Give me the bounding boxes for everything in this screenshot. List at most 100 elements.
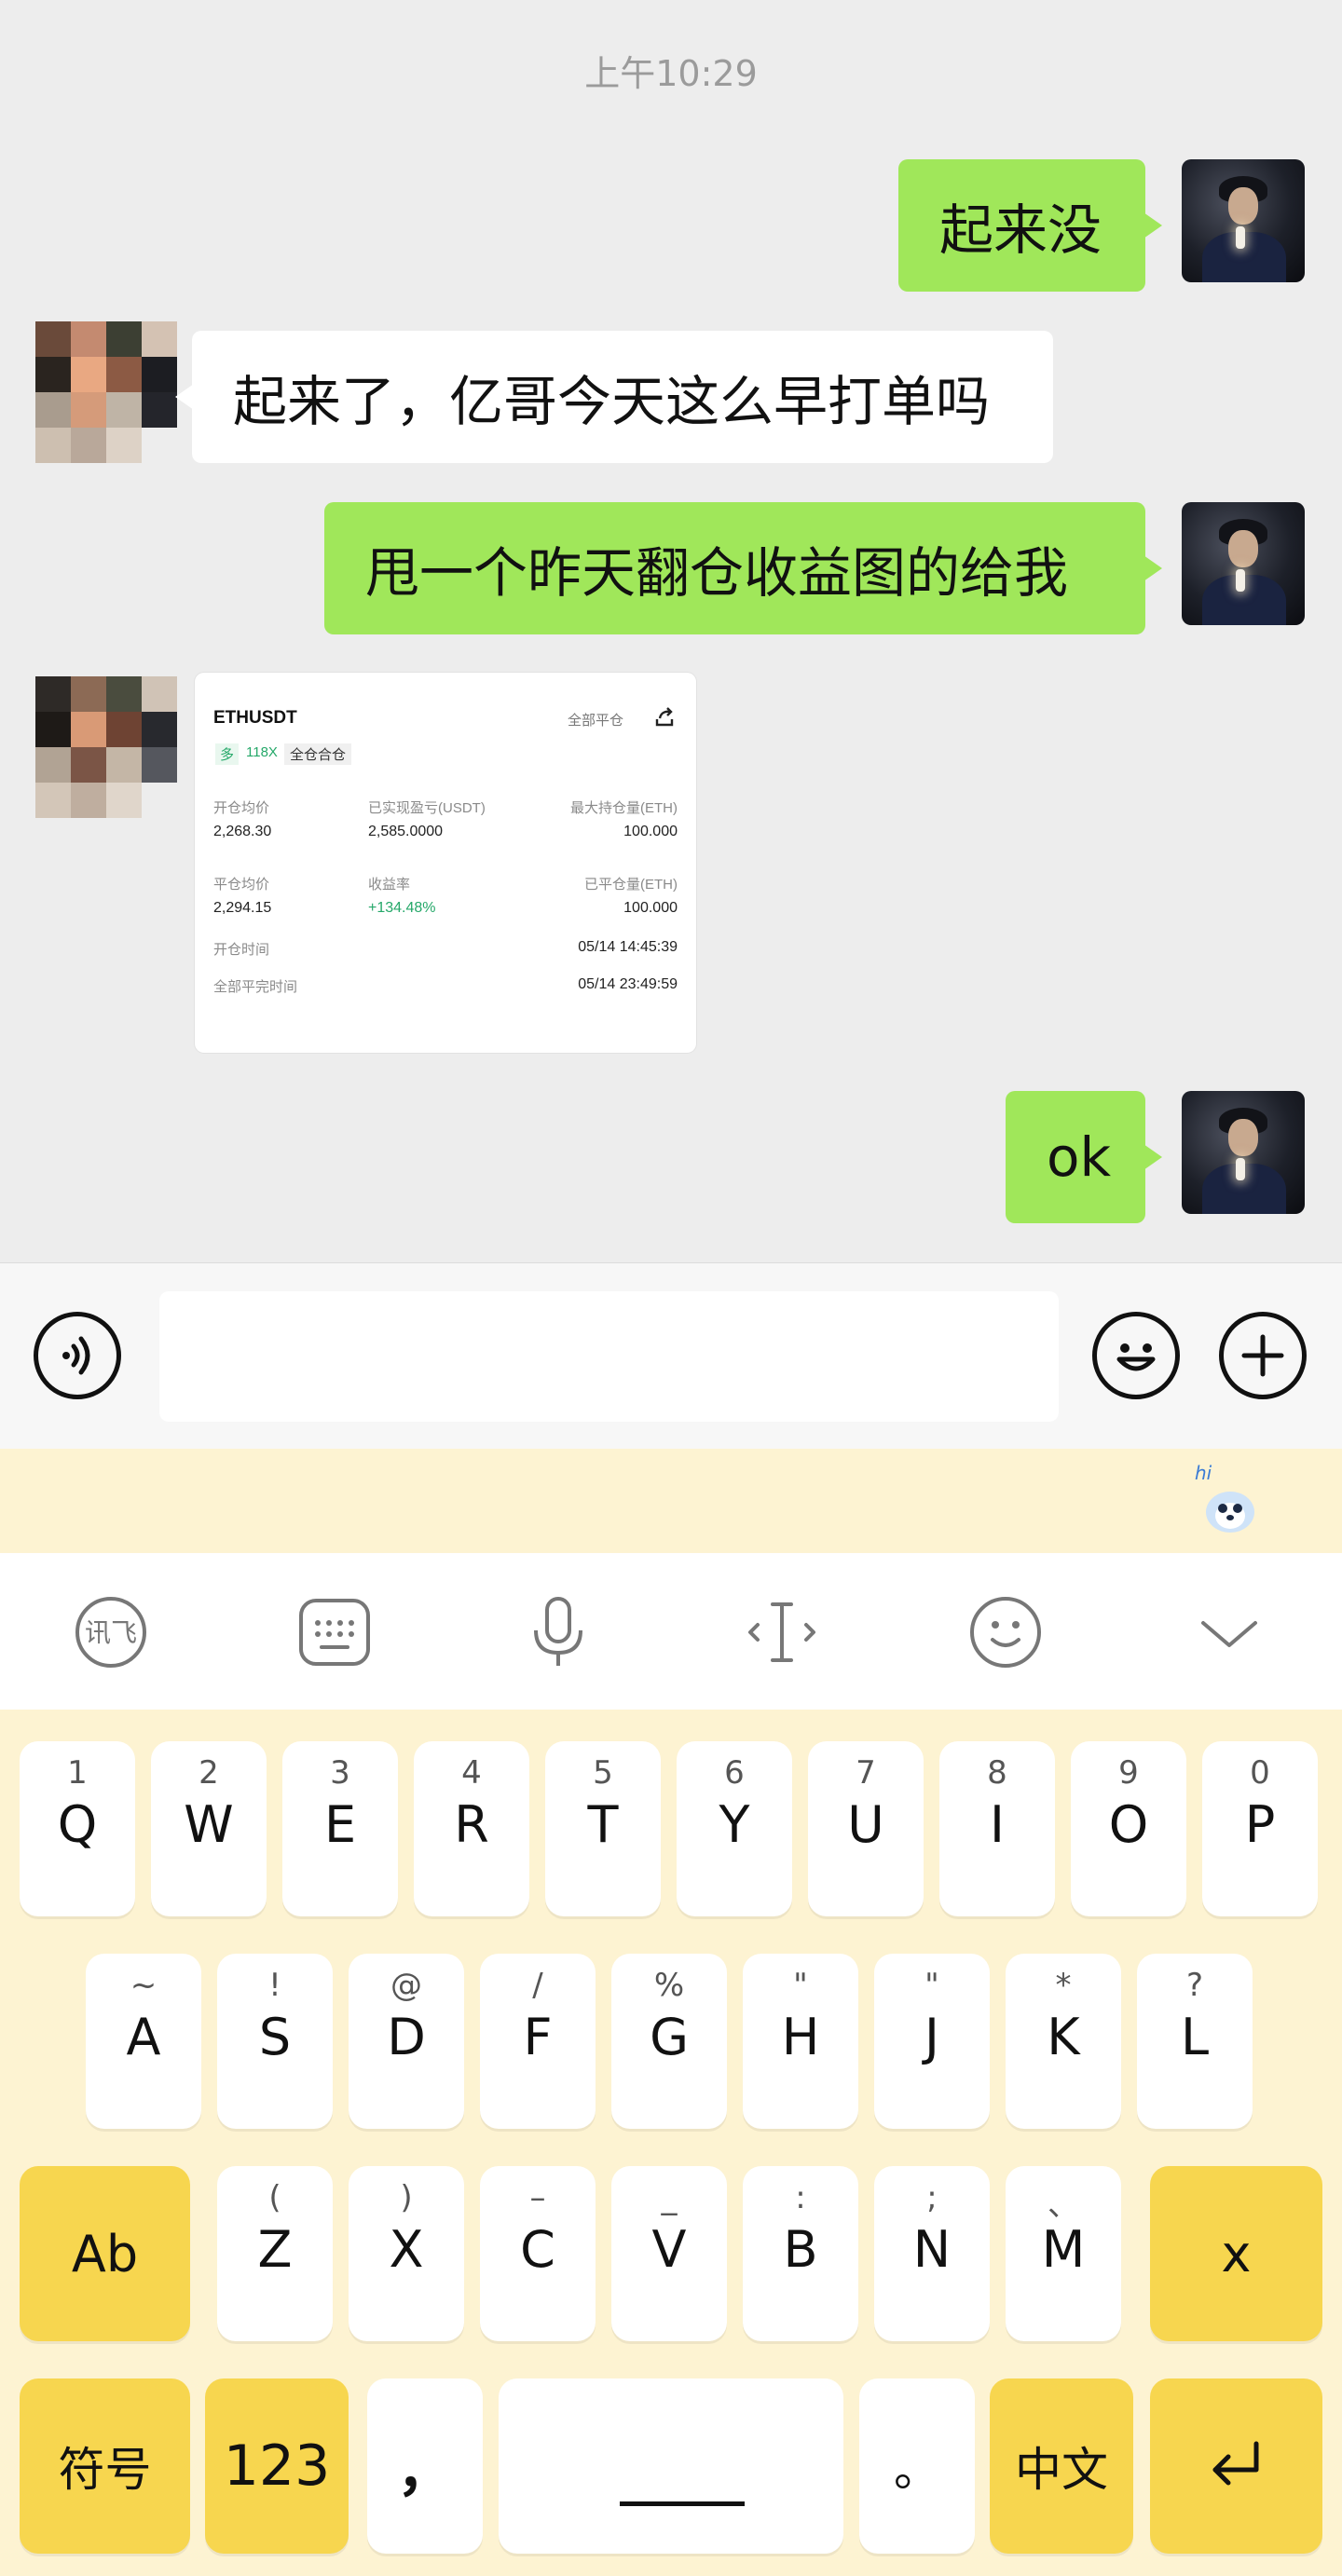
key-label: M xyxy=(1041,2220,1086,2279)
key-label: T xyxy=(587,1795,619,1854)
key-l[interactable]: ? L xyxy=(1137,1954,1253,2129)
plus-button[interactable] xyxy=(1219,1312,1307,1399)
key-label: V xyxy=(651,2220,687,2279)
open-time-value: 05/14 14:45:39 xyxy=(578,939,678,955)
key-label: Q xyxy=(57,1795,98,1854)
key-label: Ab xyxy=(71,2224,139,2283)
key-y[interactable]: 6Y xyxy=(677,1741,792,1916)
emoji-button[interactable] xyxy=(1092,1312,1180,1399)
key-u[interactable]: 7U xyxy=(808,1741,924,1916)
key-w[interactable]: 2W xyxy=(151,1741,267,1916)
key-hint: 8 xyxy=(987,1754,1007,1792)
side-tag: 多 xyxy=(215,743,240,765)
key-hint: % xyxy=(653,1967,685,2004)
ime-candidate-strip: hi xyxy=(0,1449,1342,1553)
return-arrow-icon xyxy=(1212,2441,1259,2486)
enter-key[interactable] xyxy=(1150,2378,1322,2554)
contact-avatar[interactable] xyxy=(35,321,179,465)
key-d[interactable]: @ D xyxy=(349,1954,464,2129)
key-hint: 5 xyxy=(593,1754,613,1792)
key-t[interactable]: 5T xyxy=(545,1741,661,1916)
roi-label: 收益率 xyxy=(368,877,411,893)
key-j[interactable]: " J xyxy=(874,1954,990,2129)
voice-button[interactable] xyxy=(34,1312,121,1399)
key-h[interactable]: " H xyxy=(743,1954,858,2129)
key-x[interactable]: ) X xyxy=(349,2166,464,2341)
my-avatar[interactable] xyxy=(1182,1091,1305,1214)
key-m[interactable]: 、 M xyxy=(1006,2166,1121,2341)
key-c[interactable]: – C xyxy=(480,2166,596,2341)
key-q[interactable]: 1Q xyxy=(20,1741,135,1916)
key-r[interactable]: 4R xyxy=(414,1741,529,1916)
close-avg-label: 平仓均价 xyxy=(213,877,270,893)
xunfei-logo-button[interactable]: 讯飞 xyxy=(69,1590,153,1674)
message-bubble-sent[interactable]: 甩一个昨天翻仓收益图的给我 xyxy=(324,502,1162,634)
key-hint: _ xyxy=(661,2179,678,2216)
key-label: J xyxy=(924,2008,939,2066)
key-hint: 1 xyxy=(67,1754,88,1792)
ime-emoji-button[interactable] xyxy=(964,1590,1048,1674)
key-n[interactable]: ; N xyxy=(874,2166,990,2341)
key-e[interactable]: 3E xyxy=(282,1741,398,1916)
key-label: 123 xyxy=(223,2433,331,2499)
key-k[interactable]: * K xyxy=(1006,1954,1121,2129)
shift-key[interactable]: Ab xyxy=(20,2166,190,2341)
close-all-label: 全部平仓 xyxy=(568,713,624,729)
symbols-key[interactable]: 符号 xyxy=(20,2378,190,2554)
key-g[interactable]: % G xyxy=(611,1954,727,2129)
message-bubble-sent[interactable]: 起来没 xyxy=(898,159,1162,292)
open-avg-value: 2,268.30 xyxy=(213,824,272,839)
hide-keyboard-button[interactable] xyxy=(1187,1590,1271,1674)
key-v[interactable]: _ V xyxy=(611,2166,727,2341)
voice-input-button[interactable] xyxy=(516,1590,600,1674)
my-avatar[interactable] xyxy=(1182,502,1305,625)
keyboard: 1Q 2W 3E 4R 5T 6Y 7U 8I 9O 0P ~ A ! S @ D /… xyxy=(0,1710,1342,2576)
key-label: 符号 xyxy=(58,2443,152,2497)
key-o[interactable]: 9O xyxy=(1071,1741,1186,1916)
key-b[interactable]: :B xyxy=(743,2166,858,2341)
key-label: S xyxy=(258,2008,292,2066)
period-key[interactable]: 。 xyxy=(859,2378,975,2554)
contact-avatar[interactable] xyxy=(35,676,179,820)
comma-key[interactable]: ， xyxy=(367,2378,483,2554)
key-a[interactable]: ~ A xyxy=(86,1954,201,2129)
key-label: ， xyxy=(397,2438,453,2504)
language-switch-key[interactable]: 中文 xyxy=(990,2378,1133,2554)
delete-key[interactable]: x xyxy=(1150,2166,1322,2341)
key-label: Z xyxy=(257,2220,293,2279)
key-z[interactable]: (Z xyxy=(217,2166,333,2341)
message-bubble-received[interactable]: 起来了，亿哥今天这么早打单吗 xyxy=(175,331,1053,463)
key-label: K xyxy=(1047,2008,1080,2066)
key-f[interactable]: / F xyxy=(480,1954,596,2129)
emoji-icon xyxy=(970,1597,1041,1668)
share-icon[interactable] xyxy=(651,704,678,730)
key-hint: 3 xyxy=(330,1754,350,1792)
my-avatar[interactable] xyxy=(1182,159,1305,282)
key-label: W xyxy=(184,1795,234,1854)
key-hint: 、 xyxy=(1048,2187,1079,2224)
message-bubble-sent[interactable]: ok xyxy=(1006,1091,1162,1223)
keyboard-layout-button[interactable] xyxy=(293,1590,377,1674)
key-i[interactable]: 8I xyxy=(939,1741,1055,1916)
key-label: Y xyxy=(719,1795,750,1854)
key-hint: " xyxy=(793,1967,808,2004)
trade-result-card[interactable]: ETHUSDT 全部平仓 多 118X 全仓合仓 开仓均价 2,268.30 已… xyxy=(195,673,696,1053)
key-label: 。 xyxy=(894,2443,940,2497)
key-p[interactable]: 0P xyxy=(1202,1741,1318,1916)
key-label: B xyxy=(783,2220,818,2279)
key-label: X xyxy=(389,2220,424,2279)
key-label: R xyxy=(454,1795,489,1854)
numbers-key[interactable]: 123 xyxy=(205,2378,349,2554)
space-key[interactable] xyxy=(499,2378,843,2554)
cursor-move-button[interactable] xyxy=(740,1590,824,1674)
realized-pnl-label: 已实现盈亏(USDT) xyxy=(368,800,486,816)
message-text-input[interactable] xyxy=(159,1291,1059,1422)
key-hint: * xyxy=(1055,1967,1072,2004)
key-s[interactable]: ! S xyxy=(217,1954,333,2129)
voice-icon xyxy=(62,1336,90,1375)
ime-mascot-icon[interactable] xyxy=(1202,1475,1258,1540)
key-hint: 9 xyxy=(1118,1754,1139,1792)
key-label: G xyxy=(650,2008,689,2066)
key-label: U xyxy=(847,1795,884,1854)
key-label: E xyxy=(323,1795,357,1854)
